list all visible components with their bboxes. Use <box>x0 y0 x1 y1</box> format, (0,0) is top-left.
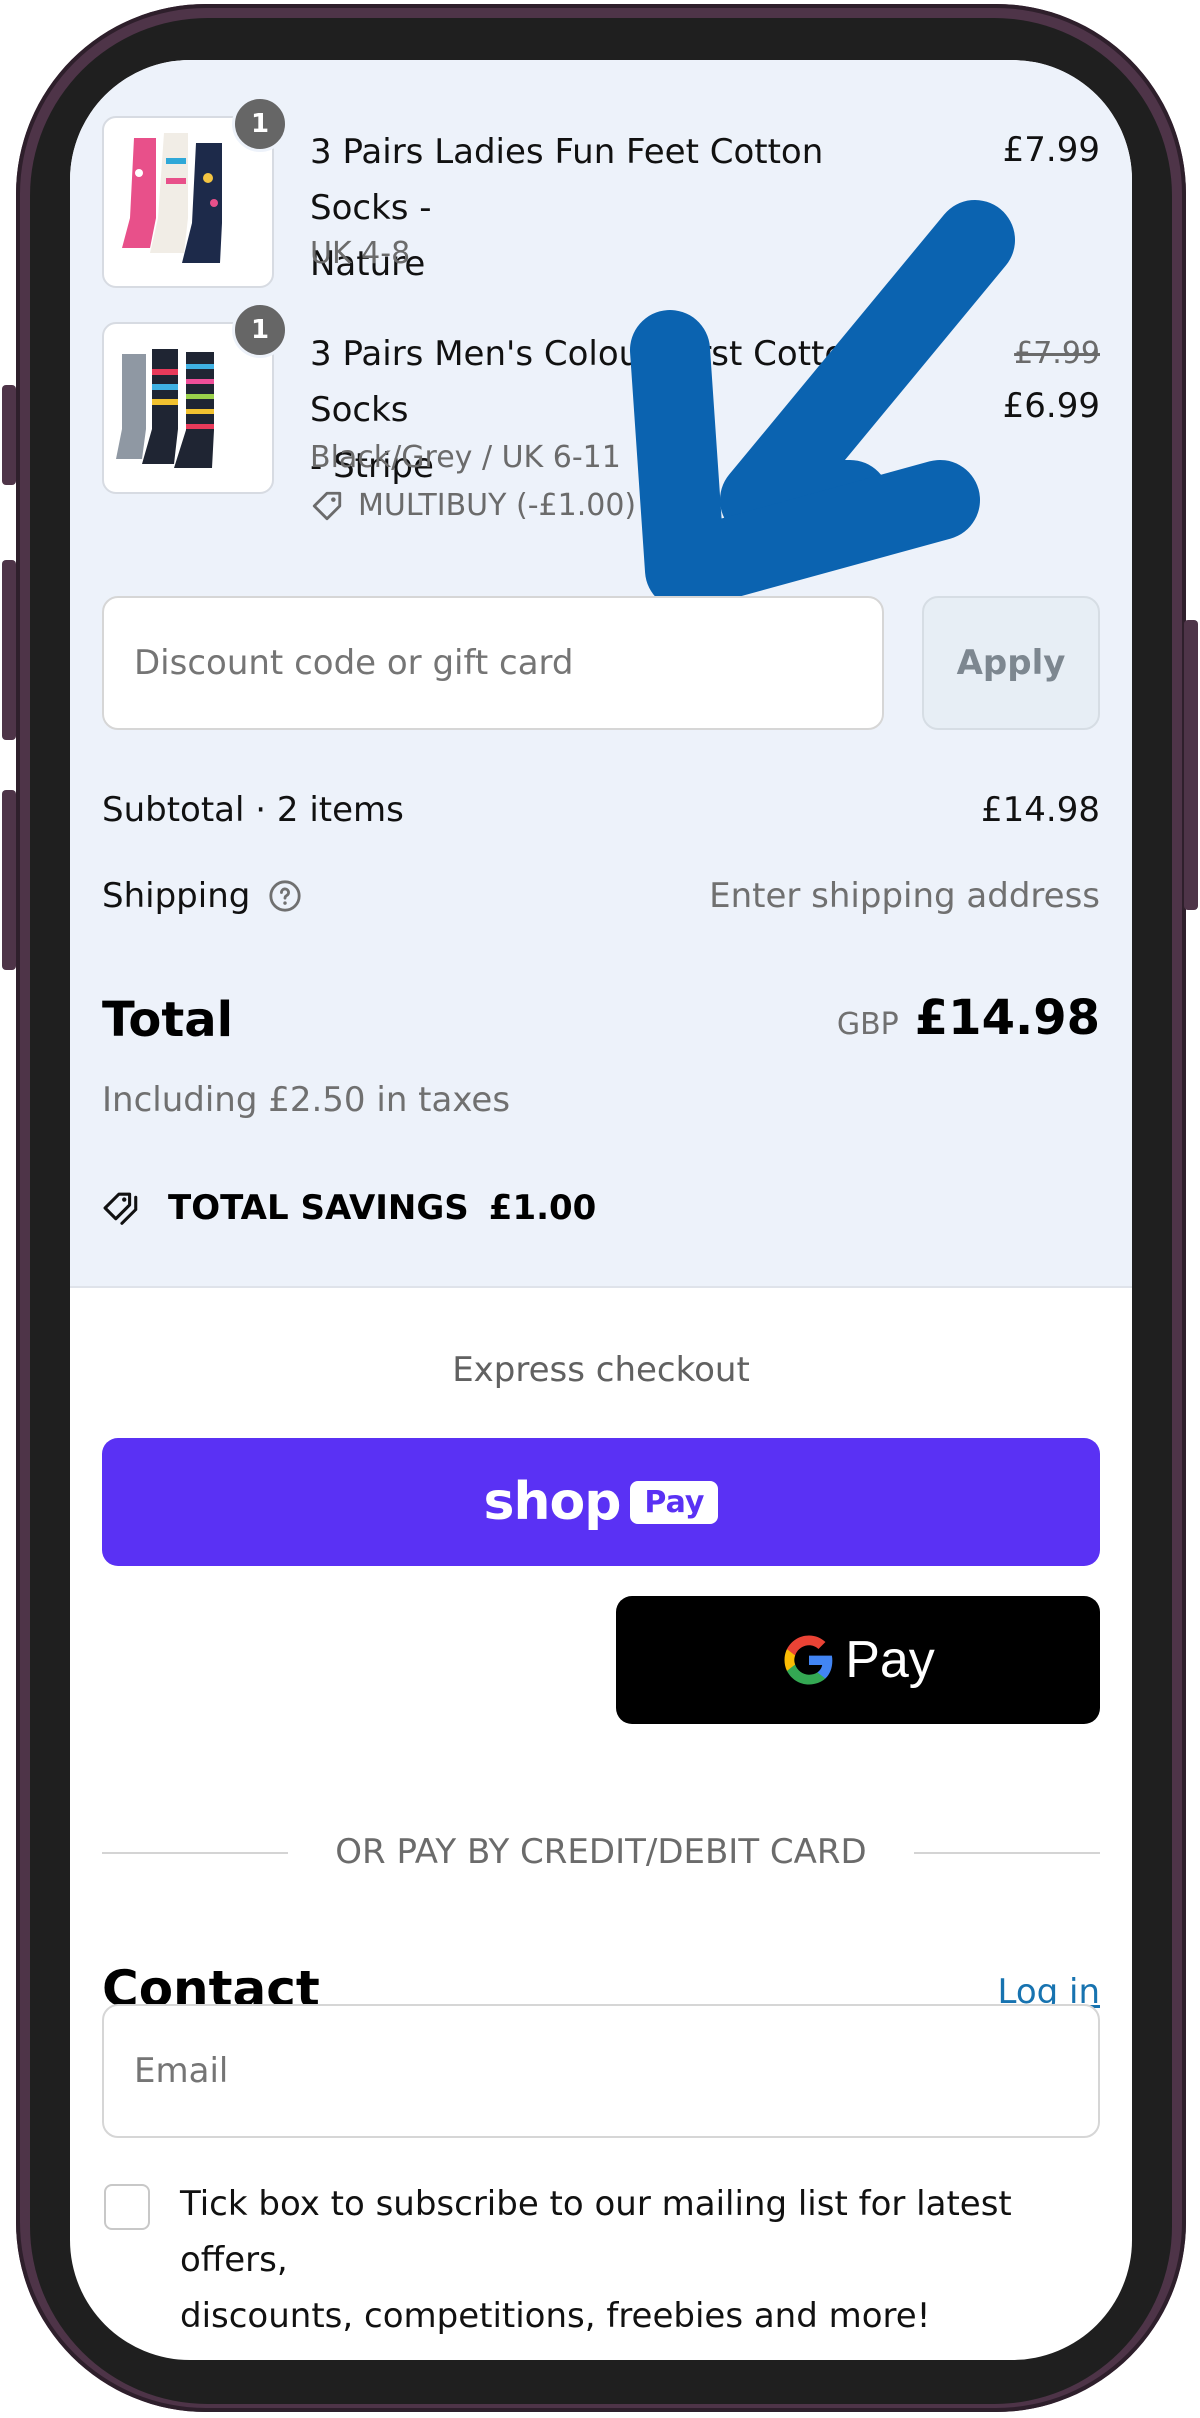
gpay-label: Pay <box>845 1631 935 1689</box>
apply-button[interactable]: Apply <box>922 596 1100 730</box>
tax-note: Including £2.50 in taxes <box>102 1080 511 1120</box>
subtotal-value: £14.98 <box>981 790 1100 830</box>
subscribe-checkbox[interactable] <box>104 2184 150 2230</box>
email-field[interactable]: Email <box>102 2004 1100 2138</box>
subscribe-line2: discounts, competitions, freebies and mo… <box>180 2296 931 2336</box>
divider-line-right <box>914 1852 1100 1854</box>
savings-label: TOTAL SAVINGS <box>168 1188 469 1228</box>
screen: 1 3 Pairs Ladies Fun Feet Cotton Socks -… <box>70 60 1132 2360</box>
total-value: £14.98 <box>914 990 1100 1046</box>
savings-value: £1.00 <box>488 1188 597 1228</box>
shipping-row: Shipping <box>102 876 302 916</box>
currency-code: GBP <box>836 1007 899 1042</box>
subtotal-label: Subtotal · 2 items <box>102 790 404 830</box>
total-label: Total <box>102 992 234 1048</box>
shop-logo: shop <box>483 1472 622 1532</box>
total-savings: TOTAL SAVINGS £1.00 <box>102 1188 596 1228</box>
tags-icon <box>103 1192 138 1225</box>
subscribe-text: Tick box to subscribe to our mailing lis… <box>180 2176 1120 2344</box>
discount-code-placeholder: Discount code or gift card <box>134 643 574 683</box>
express-checkout-heading: Express checkout <box>452 1350 750 1390</box>
shipping-label: Shipping <box>102 876 251 916</box>
phone-silent-switch <box>2 385 16 485</box>
discount-code-input[interactable]: Discount code or gift card <box>102 596 884 730</box>
google-g-icon <box>784 1635 833 1685</box>
shipping-value: Enter shipping address <box>709 876 1100 916</box>
google-pay-button[interactable]: Pay <box>616 1596 1100 1724</box>
total-amount: GBP £14.98 <box>650 990 1100 1046</box>
annotation-arrow-icon <box>630 200 1015 610</box>
help-circle-icon[interactable] <box>268 879 302 913</box>
subscribe-line1: Tick box to subscribe to our mailing lis… <box>180 2184 1012 2280</box>
email-placeholder: Email <box>134 2051 229 2091</box>
phone-volume-up <box>2 560 16 740</box>
phone-volume-down <box>2 790 16 970</box>
phone-power-button <box>1184 620 1198 910</box>
shop-pay-button[interactable]: shop Pay <box>102 1438 1100 1566</box>
shop-pay-badge: Pay <box>630 1480 719 1524</box>
